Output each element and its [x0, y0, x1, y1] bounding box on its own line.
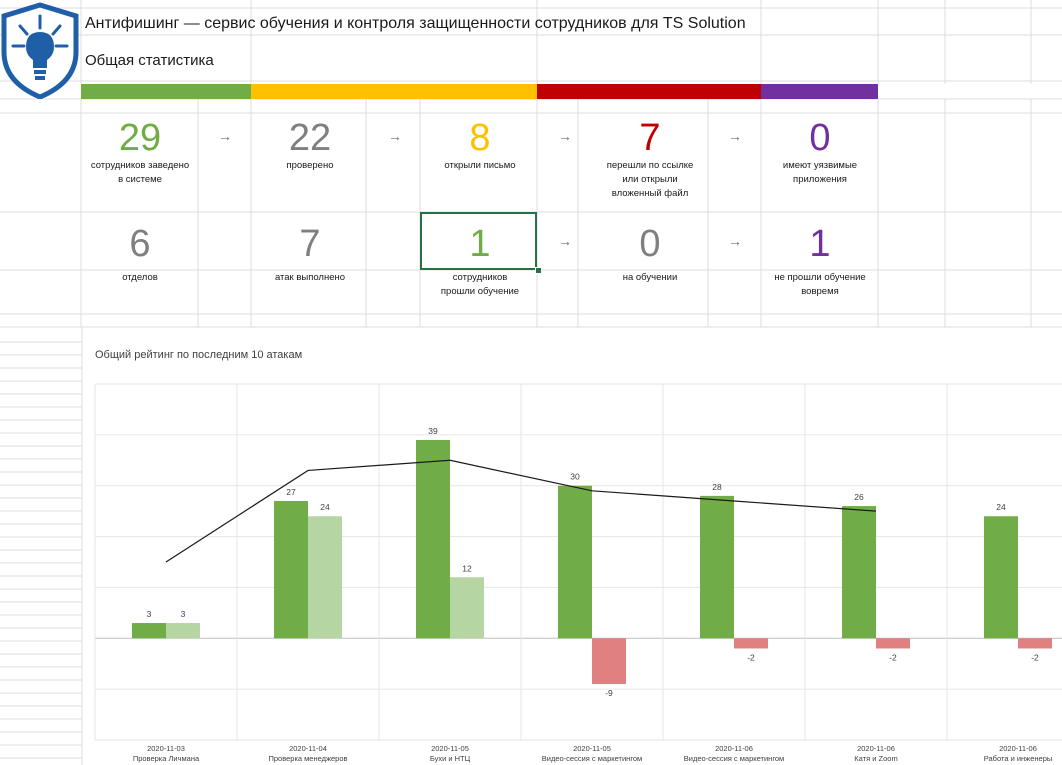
- data-label: -2: [747, 652, 755, 662]
- data-label: 30: [570, 472, 580, 482]
- bar-series1[interactable]: [416, 439, 450, 639]
- bar-series1[interactable]: [558, 485, 592, 639]
- x-axis-label: 2020-11-06 Видео-сессия с маркетингом: [683, 744, 785, 763]
- data-label: 24: [320, 502, 330, 512]
- data-label: -2: [1031, 652, 1039, 662]
- x-axis-label: 2020-11-06 Катя и Zoom: [854, 744, 898, 763]
- bar-series1[interactable]: [274, 500, 308, 639]
- bar-series2[interactable]: [592, 638, 626, 685]
- bar-series2[interactable]: [450, 577, 484, 639]
- data-label: 3: [181, 609, 186, 619]
- x-axis-label: 2020-11-06 Работа и инженеры: [983, 744, 1053, 763]
- x-axis-label: 2020-11-04 Проверка менеджеров: [268, 744, 348, 763]
- x-axis-label: 2020-11-03 Проверка Личмана: [132, 744, 200, 763]
- data-label: 27: [286, 487, 296, 497]
- data-label: 24: [996, 502, 1006, 512]
- bar-series2[interactable]: [734, 638, 768, 649]
- rating-chart[interactable]: 3 27 39 30 28 26 24 3 24 12 -9 -2 -2 -2: [0, 0, 1062, 765]
- data-label: 28: [712, 482, 722, 492]
- bar-series2[interactable]: [166, 623, 200, 639]
- bar-series1[interactable]: [132, 623, 166, 639]
- data-label: 3: [147, 609, 152, 619]
- x-axis-label: 2020-11-05 Видео-сессия с маркетингом: [541, 744, 643, 763]
- bar-series2[interactable]: [876, 638, 910, 649]
- x-axis-label: 2020-11-05 Бухи и НТЦ: [429, 744, 471, 763]
- bar-series1[interactable]: [984, 516, 1018, 639]
- bar-series2[interactable]: [1018, 638, 1052, 649]
- bar-series1[interactable]: [842, 506, 876, 639]
- data-label: -2: [889, 652, 897, 662]
- data-label: 39: [428, 426, 438, 436]
- data-label: 12: [462, 563, 472, 573]
- data-label: 26: [854, 492, 864, 502]
- bar-series2[interactable]: [308, 516, 342, 639]
- data-label: -9: [605, 688, 613, 698]
- bar-series1[interactable]: [700, 495, 734, 639]
